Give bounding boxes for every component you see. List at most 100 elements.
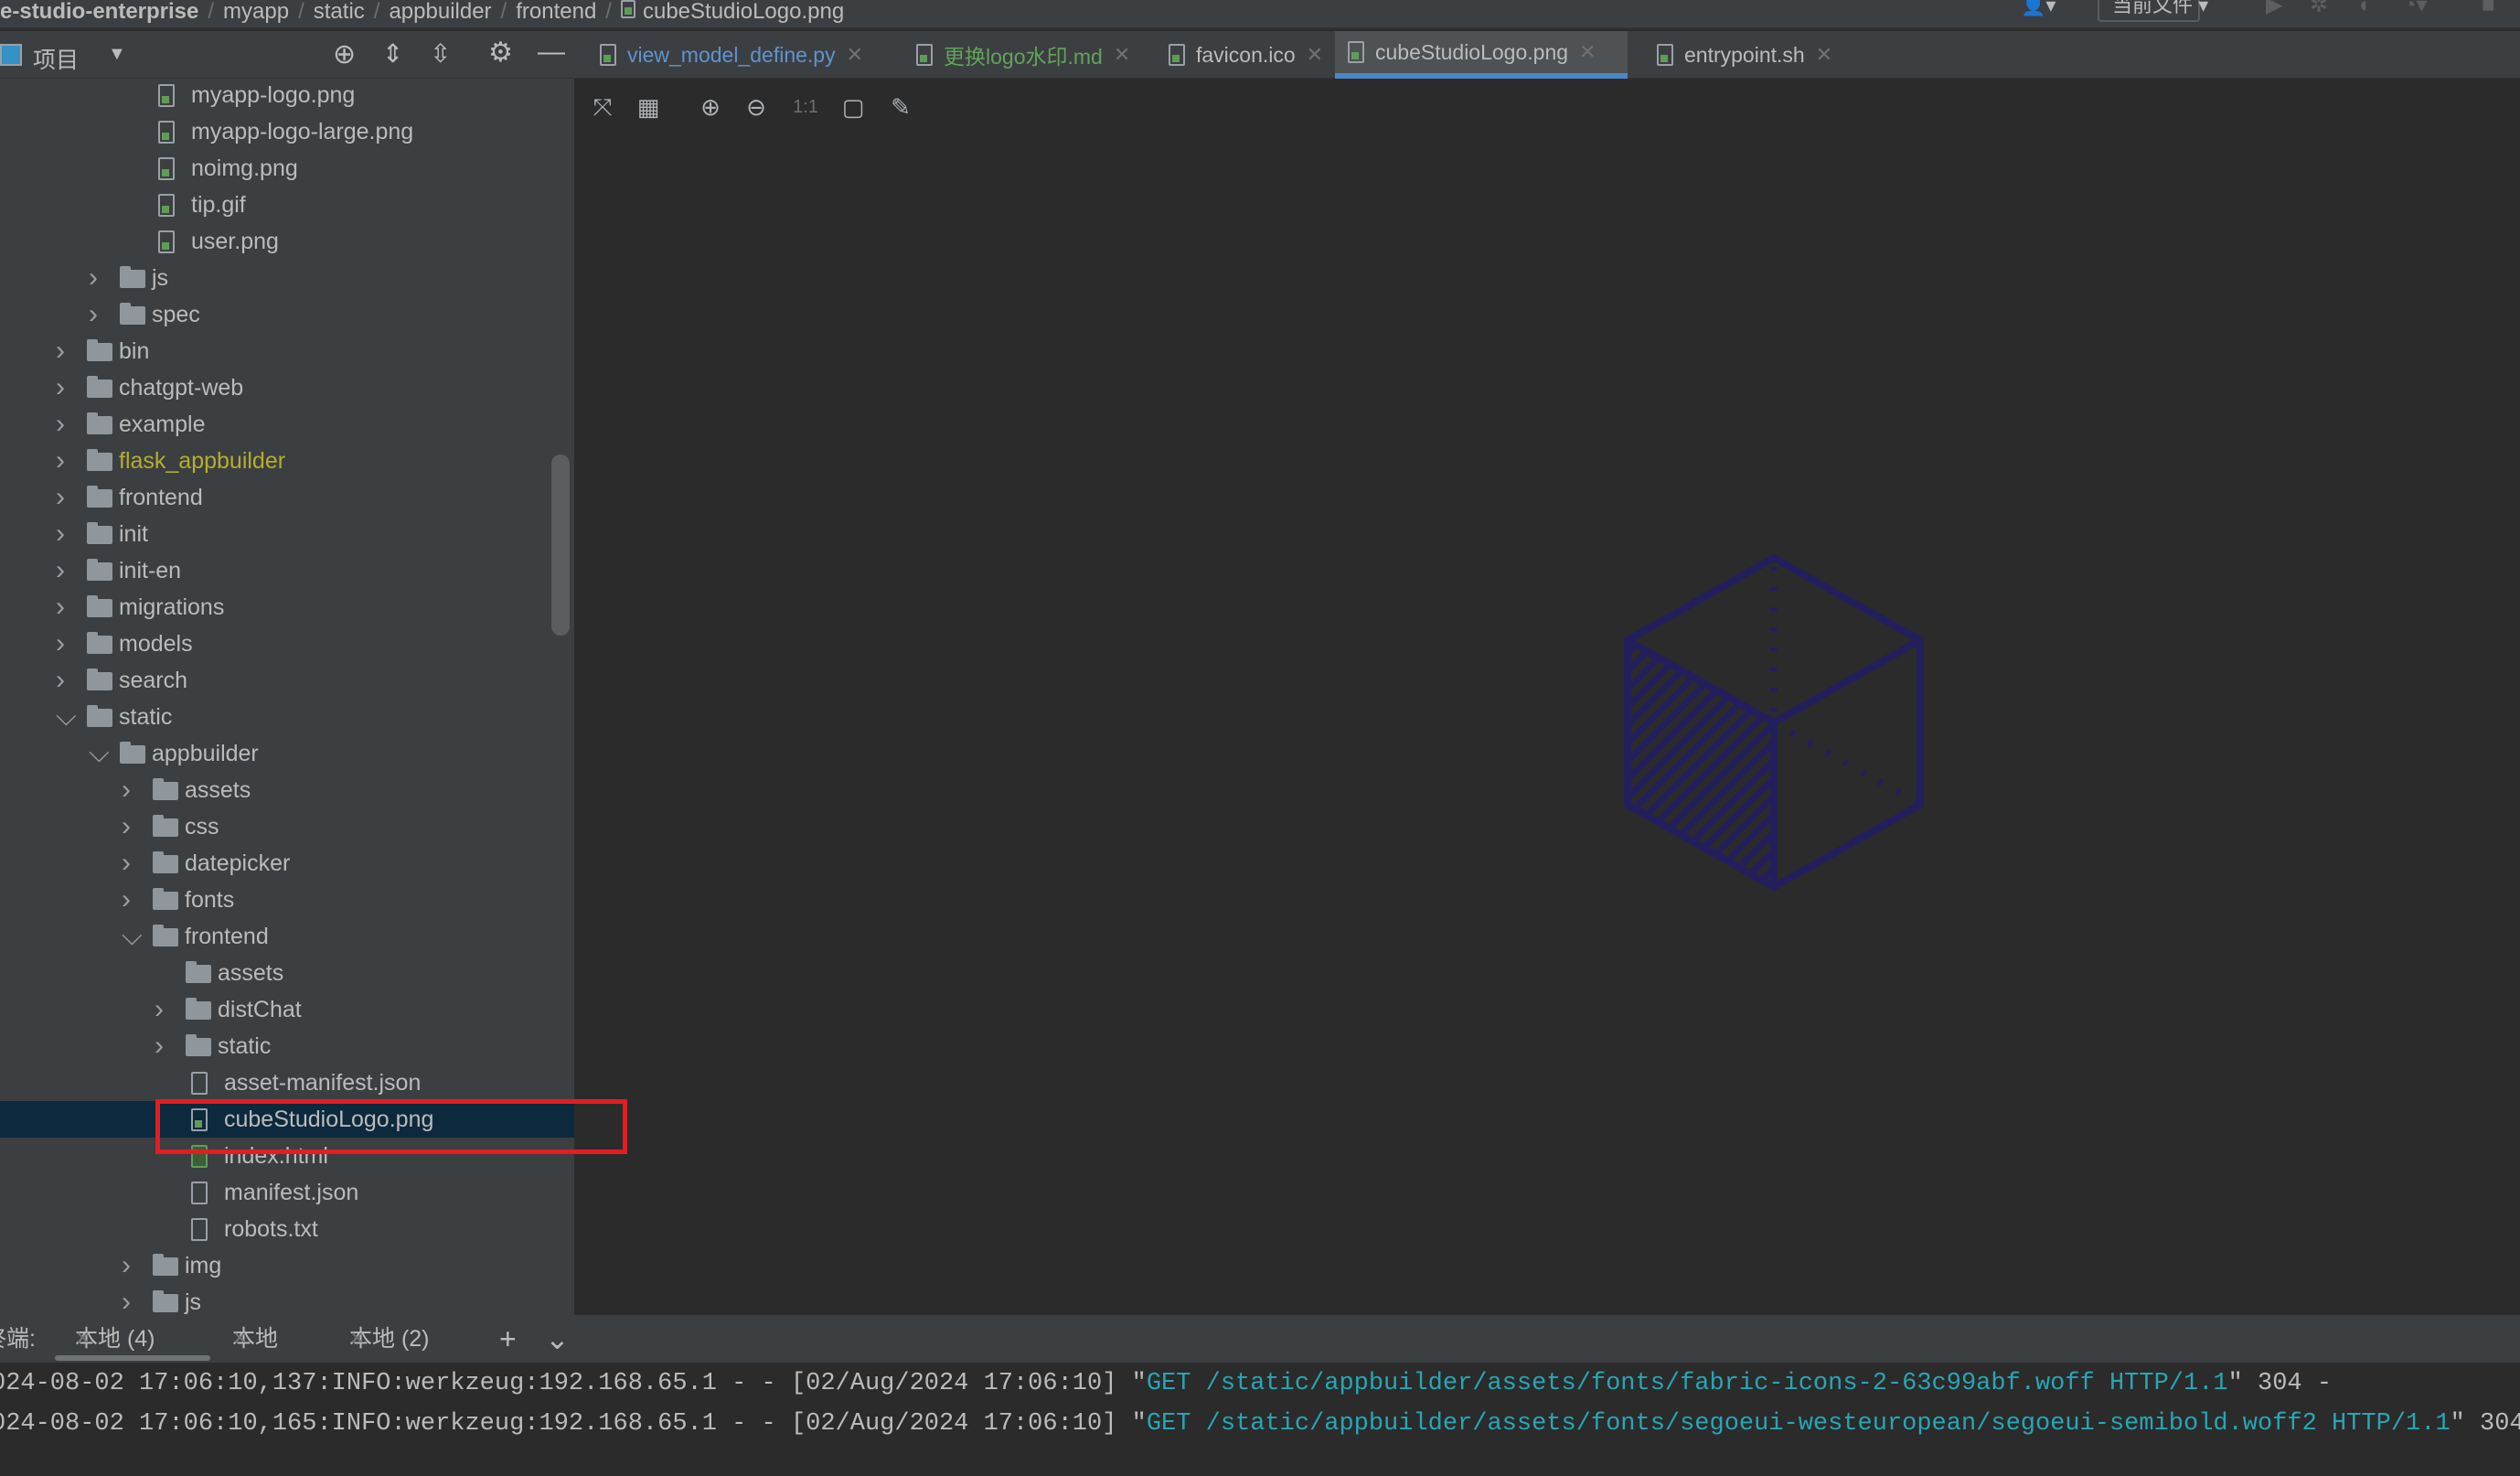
grid-icon[interactable]: ▦ <box>635 93 662 121</box>
run-icon[interactable]: ▶ <box>2266 0 2282 16</box>
tree-item[interactable]: › bin <box>0 333 574 369</box>
chevron-right-icon[interactable]: › <box>56 662 65 699</box>
tree-item[interactable]: user.png <box>0 223 574 260</box>
breadcrumb-item[interactable]: e-studio-enterprise <box>0 1 198 23</box>
tree-item[interactable]: › datepicker <box>0 845 574 882</box>
tree-item[interactable]: › migrations <box>0 589 574 626</box>
chevron-right-icon[interactable]: › <box>56 333 65 369</box>
breadcrumb-item[interactable]: frontend <box>516 1 596 23</box>
tree-item[interactable]: › js <box>0 1284 574 1315</box>
chevron-down-icon[interactable]: ⌄ <box>545 1315 570 1363</box>
tab-entrypoint-sh[interactable]: entrypoint.sh ✕ <box>1644 31 1841 79</box>
chevron-right-icon[interactable]: › <box>56 406 65 443</box>
chevron-down-icon[interactable]: ⌵ <box>89 735 110 772</box>
tree-item[interactable]: › distChat <box>0 991 574 1028</box>
color-picker-icon[interactable]: ✎ <box>887 93 914 121</box>
chevron-right-icon[interactable]: › <box>155 1028 164 1064</box>
chevron-right-icon[interactable]: › <box>122 1284 131 1315</box>
tree-item[interactable]: ⌵ frontend <box>0 918 574 955</box>
sidebar-scrollbar[interactable] <box>551 455 570 636</box>
user-icon[interactable]: 👤▾ <box>2021 0 2056 16</box>
tree-item[interactable]: › example <box>0 406 574 443</box>
chevron-right-icon[interactable]: › <box>155 991 164 1028</box>
tree-item[interactable]: › init <box>0 516 574 552</box>
chevron-down-icon[interactable]: ▼ <box>108 44 126 65</box>
expand-all-icon[interactable]: ⇕ <box>382 38 403 69</box>
collapse-all-icon[interactable]: ⇳ <box>430 38 451 69</box>
close-icon[interactable]: ✕ <box>1307 43 1323 67</box>
tree-item[interactable]: › search <box>0 662 574 699</box>
close-icon[interactable]: ✕ <box>1114 43 1130 67</box>
tree-item[interactable]: › static <box>0 1028 574 1064</box>
close-icon[interactable]: ✕ <box>847 43 863 67</box>
tree-item[interactable]: › chatgpt-web <box>0 369 574 406</box>
tree-item[interactable]: robots.txt <box>0 1211 574 1247</box>
close-icon[interactable]: ✕ <box>349 1315 365 1363</box>
chevron-right-icon[interactable]: › <box>122 882 131 918</box>
chevron-right-icon[interactable]: › <box>56 626 65 662</box>
chevron-right-icon[interactable]: › <box>56 479 65 516</box>
tab--logo-md[interactable]: 更换logo水印.md ✕ <box>903 31 1132 79</box>
chevron-right-icon[interactable]: › <box>89 260 98 296</box>
chevron-right-icon[interactable]: › <box>122 772 131 808</box>
chevron-right-icon[interactable]: › <box>56 369 65 406</box>
tree-item[interactable]: myapp-logo-large.png <box>0 113 574 150</box>
background-icon[interactable]: ▢ <box>839 93 867 121</box>
chevron-right-icon[interactable]: › <box>56 589 65 626</box>
chevron-right-icon[interactable]: › <box>56 552 65 589</box>
tree-item[interactable]: › spec <box>0 296 574 333</box>
chevron-right-icon[interactable]: › <box>122 845 131 882</box>
breadcrumb-item[interactable]: myapp <box>223 1 289 23</box>
tree-item[interactable]: assets <box>0 955 574 991</box>
tree-item[interactable]: ⌵ appbuilder <box>0 735 574 772</box>
chevron-down-icon[interactable]: ⌵ <box>122 918 143 955</box>
actual-size-icon[interactable]: 1:1 <box>792 93 819 121</box>
tree-item[interactable]: › assets <box>0 772 574 808</box>
gear-icon[interactable]: ⚙ <box>488 37 513 69</box>
stop-icon[interactable]: ■ <box>2482 0 2495 16</box>
add-terminal-icon[interactable]: + <box>499 1315 517 1363</box>
project-panel-title[interactable]: 项目 <box>33 42 79 75</box>
breadcrumb-item[interactable]: static <box>314 1 365 23</box>
log-url[interactable]: GET /static/appbuilder/assets/fonts/fabr… <box>1147 1370 2228 1397</box>
chevron-right-icon[interactable]: › <box>56 443 65 479</box>
close-icon[interactable]: ✕ <box>1579 40 1596 64</box>
debug-icon[interactable]: ✲ <box>2310 0 2328 16</box>
tab-view-model-define-py[interactable]: view_model_define.py ✕ <box>587 31 880 79</box>
tab-cubestudiologo-png[interactable]: cubeStudioLogo.png ✕ <box>1335 31 1628 79</box>
tree-item[interactable]: manifest.json <box>0 1174 574 1211</box>
chevron-right-icon[interactable]: › <box>56 516 65 552</box>
terminal-output[interactable]: 024-08-02 17:06:10,137:INFO:werkzeug:192… <box>0 1363 2520 1476</box>
tree-item[interactable]: myapp-logo.png <box>0 79 574 113</box>
tree-item[interactable]: tip.gif <box>0 187 574 223</box>
tree-item[interactable]: › init-en <box>0 552 574 589</box>
chevron-right-icon[interactable]: › <box>122 808 131 845</box>
hide-icon[interactable]: — <box>538 37 565 68</box>
tree-item[interactable]: › models <box>0 626 574 662</box>
chevron-down-icon[interactable]: ⌵ <box>56 699 77 735</box>
locate-icon[interactable]: ⊕ <box>333 38 356 70</box>
tree-item[interactable]: › frontend <box>0 479 574 516</box>
breadcrumb-item[interactable]: appbuilder <box>389 1 491 23</box>
tree-item[interactable]: ⌵ static <box>0 699 574 735</box>
tree-item[interactable]: › img <box>0 1247 574 1284</box>
tree-item[interactable]: noimg.png <box>0 150 574 187</box>
zoom-out-icon[interactable]: ⊖ <box>742 93 770 121</box>
tree-item[interactable]: › js <box>0 260 574 296</box>
chevron-right-icon[interactable]: › <box>122 1247 131 1284</box>
zoom-in-icon[interactable]: ⊕ <box>697 93 724 121</box>
run-config-dropdown[interactable]: 当前文件 ▾ <box>2098 0 2208 22</box>
tree-item[interactable]: › css <box>0 808 574 845</box>
close-icon[interactable]: ✕ <box>232 1315 248 1363</box>
log-url[interactable]: GET /static/appbuilder/assets/fonts/sego… <box>1147 1410 2451 1438</box>
chevron-right-icon[interactable]: › <box>89 296 98 333</box>
tab-favicon-ico[interactable]: favicon.ico ✕ <box>1156 31 1329 79</box>
tree-item[interactable]: › flask_appbuilder <box>0 443 574 479</box>
profile-icon[interactable]: ◔▾ <box>2403 0 2428 16</box>
close-icon[interactable]: ✕ <box>1816 43 1832 67</box>
coverage-icon[interactable]: ◐ <box>2359 0 2373 16</box>
breadcrumb-item[interactable]: cubeStudioLogo.png <box>643 1 844 23</box>
tree-item[interactable]: › fonts <box>0 882 574 918</box>
fit-icon[interactable]: ⤧ <box>589 93 616 121</box>
tree-item[interactable]: asset-manifest.json <box>0 1064 574 1101</box>
